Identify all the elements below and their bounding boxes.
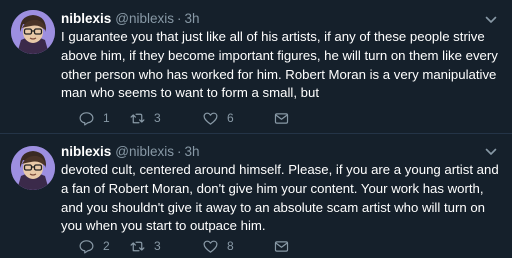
retweet-icon — [130, 113, 145, 123]
tweet[interactable]: niblexis @niblexis · 3h devoted cult, cente… — [0, 133, 512, 258]
direct-message-icon — [274, 112, 289, 124]
reply-count: 1 — [103, 111, 110, 125]
chevron-down-icon[interactable] — [484, 13, 498, 27]
direct-message-icon — [274, 240, 289, 252]
avatar[interactable] — [11, 146, 55, 190]
tweet-text: devoted cult, centered around himself. P… — [61, 162, 499, 234]
like-icon — [203, 112, 218, 125]
display-name[interactable]: niblexis — [61, 144, 111, 159]
tweet-header: niblexis @niblexis · 3h — [61, 10, 200, 28]
user-handle[interactable]: @niblexis — [115, 144, 174, 159]
tweet[interactable]: niblexis @niblexis · 3h I guarantee you tha… — [0, 0, 512, 133]
reply-button[interactable]: 1 — [78, 108, 110, 128]
timestamp[interactable]: 3h — [185, 11, 200, 26]
reply-count: 2 — [103, 239, 110, 253]
retweet-button[interactable]: 3 — [129, 108, 161, 128]
avatar[interactable] — [11, 10, 55, 54]
separator-dot: · — [177, 144, 182, 159]
direct-message-button[interactable] — [273, 108, 290, 128]
like-icon — [203, 240, 218, 253]
tweet-header: niblexis @niblexis · 3h — [61, 143, 200, 161]
display-name[interactable]: niblexis — [61, 11, 111, 26]
direct-message-button[interactable] — [273, 236, 290, 256]
reply-icon — [79, 111, 94, 125]
retweet-icon — [130, 241, 145, 251]
like-count: 6 — [227, 111, 234, 125]
retweet-count: 3 — [154, 239, 161, 253]
timestamp[interactable]: 3h — [185, 144, 200, 159]
reply-icon — [79, 239, 94, 253]
like-button[interactable]: 6 — [202, 108, 234, 128]
reply-button[interactable]: 2 — [78, 236, 110, 256]
tweet-text: I guarantee you that just like all of hi… — [61, 29, 498, 101]
tweet-actions: 1 3 6 — [61, 108, 481, 128]
user-handle[interactable]: @niblexis — [115, 11, 174, 26]
retweet-count: 3 — [154, 111, 161, 125]
like-button[interactable]: 8 — [202, 236, 234, 256]
like-count: 8 — [227, 239, 234, 253]
retweet-button[interactable]: 3 — [129, 236, 161, 256]
chevron-down-icon[interactable] — [484, 145, 498, 159]
separator-dot: · — [177, 11, 182, 26]
tweet-actions: 2 3 8 — [61, 236, 481, 256]
